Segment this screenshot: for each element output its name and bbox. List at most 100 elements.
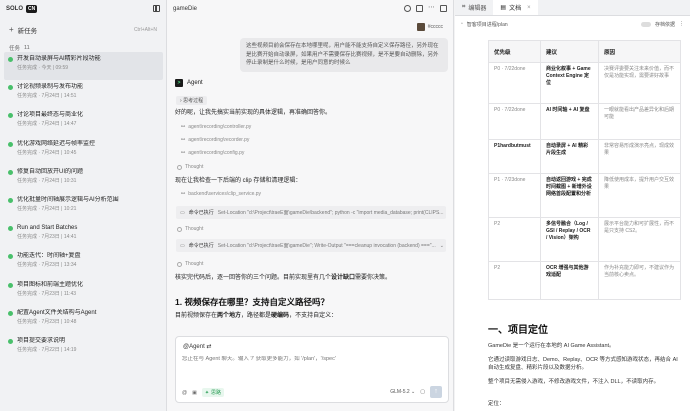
- link-icon: ⚯: [181, 137, 186, 143]
- doc-paragraph: 它通过读取游戏日志、Demo、Replay、OCR 等方式感知游戏状态，再结合 …: [488, 357, 678, 371]
- chat-panel: gameDie ⋯ #ccccc 这些视频目前会保存在本地哪里呢，用户能不能支持…: [167, 0, 454, 411]
- panel-toggle-icon[interactable]: [440, 5, 447, 12]
- table-row: P0 · 7/22done 商业化叙事 + Game Context Engin…: [488, 62, 681, 104]
- file-path: agent\recording\controller.py: [188, 124, 252, 130]
- new-task-button[interactable]: + 新任务 Ctrl+Alt+N: [5, 22, 161, 37]
- mode-pill[interactable]: ✦ 思路: [201, 388, 225, 397]
- table-cell: 非常容易形成演示亮点，现成效果: [598, 139, 681, 174]
- mode-pill-label: 思路: [211, 390, 222, 396]
- summary-text: 核实完代码后，逐一回答你的三个问题。目前实现里有几个: [175, 275, 332, 281]
- thought-icon: [177, 226, 182, 232]
- file-reference[interactable]: ⚯ backend\services\clip_service.py: [181, 191, 261, 197]
- chat-header: gameDie ⋯: [167, 0, 453, 17]
- image-icon[interactable]: ▣: [192, 390, 197, 396]
- command-block[interactable]: ▭ 命令已执行 Set-Location "d:\Project\traeE面\…: [176, 206, 446, 219]
- answer-text: 目前视频保存在: [175, 313, 218, 319]
- file-reference[interactable]: ⚯ agent\recording\recorder.py: [181, 137, 249, 143]
- task-title: 项目提交要求说明: [17, 337, 66, 344]
- task-meta: 任务完成 · 7月24日 | 14:51: [17, 93, 77, 100]
- thought-toggle[interactable]: Thought: [177, 261, 203, 267]
- command-block[interactable]: ▭ 命令已执行 Set-Location "d:\Project\traeE面\…: [176, 239, 446, 252]
- task-meta: 任务完成 · 7月23日 | 14:41: [17, 234, 77, 241]
- task-item[interactable]: 优化批量时间轴展示逻辑与AI分析范围 任务完成 · 7月24日 | 10:21: [4, 193, 163, 221]
- thought-toggle[interactable]: Thought: [177, 164, 203, 170]
- check-icon: [8, 197, 13, 203]
- summary-tail: 需要你决策。: [355, 275, 392, 281]
- model-select[interactable]: GLM-5.2 ⌄: [390, 389, 415, 395]
- more-icon[interactable]: ⋮: [679, 21, 684, 27]
- tab-editor[interactable]: ⌗ 编辑器: [455, 0, 493, 15]
- close-icon[interactable]: ×: [527, 5, 531, 11]
- attach-icon[interactable]: @: [182, 390, 187, 396]
- tasks-count: 11: [24, 45, 30, 51]
- think-tag-label: 思考过程: [183, 98, 204, 104]
- new-task-shortcut: Ctrl+Alt+N: [133, 26, 157, 33]
- table-cell: P2: [488, 261, 541, 300]
- send-button[interactable]: ↑: [430, 386, 442, 398]
- task-title: 功能迭代：时间轴+复盘: [17, 253, 81, 260]
- task-meta: 任务完成 · 7月24日 | 14:47: [17, 121, 77, 128]
- image-upload-icon[interactable]: ▢: [420, 389, 425, 395]
- answer-text: ，路径都是: [241, 313, 272, 319]
- task-item[interactable]: Run and Start Batches 任务完成 · 7月23日 | 14:…: [4, 221, 163, 249]
- thought-label: Thought: [185, 164, 204, 170]
- task-title: 讨论项目最终态与商业化: [17, 112, 84, 119]
- agent-mention[interactable]: @Agent ⇄: [183, 343, 211, 350]
- task-item[interactable]: 开发自动录屏与AI精彩片段功能 任务完成 · 今天 | 09:59: [4, 52, 163, 81]
- file-path: agent\recording\config.py: [188, 150, 245, 156]
- table-row: P1hardbutmust 自动录屏 + AI 精彩片段生成 非常容易形成演示亮…: [488, 139, 681, 174]
- task-item[interactable]: 项目图标和前端主题优化 任务完成 · 7月23日 | 11:43: [4, 278, 163, 306]
- agent-header: > Agent: [175, 79, 203, 87]
- think-process-toggle[interactable]: › 思考过程: [176, 96, 208, 105]
- task-item[interactable]: 优化游戏网络延迟与帧率监控 任务完成 · 7月24日 | 10:45: [4, 137, 163, 165]
- doc-panel: ⌗ 编辑器 ▤ 文档 × ▫ 智客项目进程/plan 存档依据 ⋮ 优先级 建议…: [455, 0, 690, 411]
- task-item[interactable]: 配置Agent文件关结构与Agent 任务完成 · 7月23日 | 10:48: [4, 306, 163, 334]
- task-item[interactable]: 讨论项目最终态与商业化 任务完成 · 7月24日 | 14:47: [4, 108, 163, 136]
- doc-body: 优先级 建议 原因 P0 · 7/22done 商业化叙事 + Game Con…: [455, 32, 690, 411]
- task-title: 优化游戏网络延迟与帧率监控: [17, 140, 96, 147]
- file-reference[interactable]: ⚯ agent\recording\config.py: [181, 150, 244, 156]
- task-meta: 任务完成 · 7月23日 | 11:43: [17, 290, 77, 297]
- task-title: 项目图标和前端主题优化: [17, 281, 84, 288]
- new-task-label: 新任务: [17, 27, 38, 35]
- chat-toolbar: ⋯: [404, 4, 447, 12]
- task-meta: 任务完成 · 今天 | 09:59: [17, 65, 69, 71]
- table-cell: P1 · 7/23done: [488, 173, 541, 218]
- task-item[interactable]: 功能迭代：时间轴+复盘 任务完成 · 7月23日 | 13:34: [4, 249, 163, 277]
- task-meta: 任务完成 · 7月22日 | 14:19: [17, 346, 77, 353]
- answer-text: ，不支持自定义：: [289, 313, 338, 319]
- doc-paragraph: 整个项目无需侵入游戏，不修改游戏文件，不注入 DLL，不读取内存。: [488, 379, 660, 385]
- priority-table: 优先级 建议 原因 P0 · 7/22done 商业化叙事 + Game Con…: [488, 40, 681, 300]
- chat-input-box: @Agent ⇄ @ ▣ ✦思路 GLM-5.2 ⌄ ▢ ↑: [175, 336, 449, 403]
- table-row: P2 多信号融合（Log / GSI / Replay / OCR / Visi…: [488, 217, 681, 262]
- thought-toggle[interactable]: Thought: [177, 226, 203, 232]
- save-toggle[interactable]: [640, 21, 651, 27]
- file-path: agent\recording\recorder.py: [188, 137, 250, 143]
- table-cell: 商业化叙事 + Game Context Engine 定位: [540, 62, 599, 104]
- input-actions: GLM-5.2 ⌄ ▢ ↑: [390, 386, 442, 398]
- file-reference[interactable]: ⚯ agent\recording\controller.py: [181, 124, 251, 130]
- task-item[interactable]: 修复自动回放开UI的问题 任务完成 · 7月24日 | 10:31: [4, 165, 163, 193]
- table-cell: 多信号融合（Log / GSI / Replay / OCR / Vision）…: [540, 217, 599, 262]
- command-label: 命令已执行: [188, 243, 214, 249]
- tab-docs[interactable]: ▤ 文档 ×: [493, 0, 538, 15]
- sidebar-toggle-icon[interactable]: [153, 5, 160, 12]
- task-item[interactable]: 项目提交要求说明 任务完成 · 7月22日 | 14:19: [4, 334, 163, 362]
- avatar: [416, 23, 425, 31]
- table-cell: AI 时间轴 + AI 复盘: [540, 103, 599, 140]
- command-label: 命令已执行: [188, 210, 214, 216]
- task-title: Run and Start Batches: [17, 225, 78, 232]
- history-icon[interactable]: [404, 5, 411, 12]
- thought-label: Thought: [185, 226, 204, 232]
- answer-bold: 两个地方: [217, 313, 242, 319]
- table-cell: 一眼就能看出产品差异化和后期可能: [598, 103, 681, 140]
- more-icon[interactable]: ⋯: [428, 4, 435, 12]
- chat-input[interactable]: [182, 356, 442, 362]
- task-item[interactable]: 讨论视频录制与发布功能 任务完成 · 7月24日 | 14:51: [4, 80, 163, 108]
- new-chat-icon[interactable]: [416, 5, 423, 12]
- check-icon: [8, 141, 13, 147]
- task-title: 开发自动录屏与AI精彩片段功能: [17, 56, 101, 62]
- link-icon: ⚯: [181, 124, 186, 130]
- task-title: 讨论视频录制与发布功能: [17, 84, 84, 91]
- link-icon: ⚯: [181, 150, 186, 156]
